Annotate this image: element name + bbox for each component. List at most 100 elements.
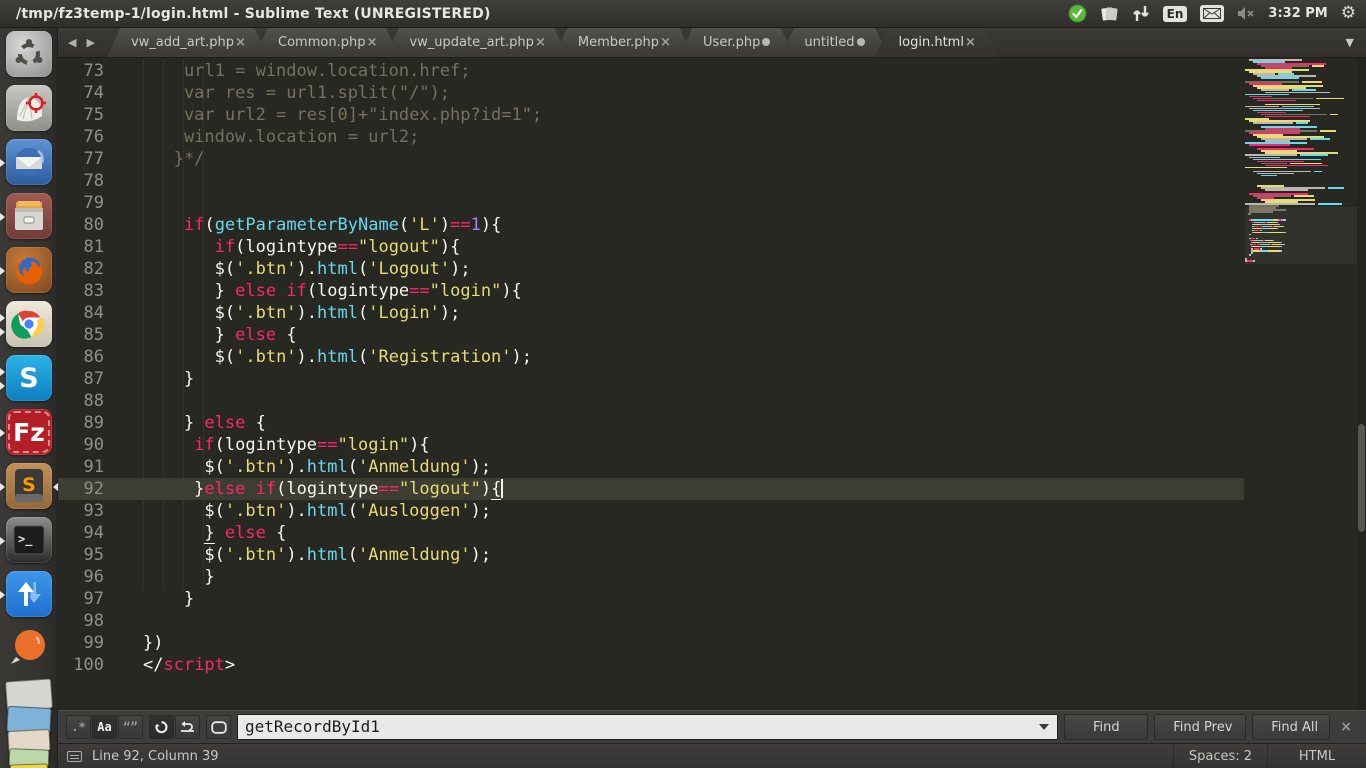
line-number: 78 <box>58 170 104 192</box>
tab-login.html[interactable]: login.html× <box>875 27 998 57</box>
syntax-setting[interactable]: HTML <box>1267 744 1366 768</box>
line-number: 90 <box>58 434 104 456</box>
line-number: 96 <box>58 566 104 588</box>
code-line-75: 75 var url2 = res[0]+"index.php?id=1"; <box>58 104 1244 126</box>
line-number: 86 <box>58 346 104 368</box>
running-pip-icon <box>0 267 5 275</box>
line-number: 82 <box>58 258 104 280</box>
code-area[interactable]: 73 url1 = window.location.href;74 var re… <box>58 60 1244 676</box>
line-number: 88 <box>58 390 104 412</box>
code-line-90: 90 if(logintype=="login"){ <box>58 434 1244 456</box>
running-pip-icon <box>0 537 5 545</box>
launcher-item-archive-manager-icon[interactable] <box>0 190 58 244</box>
line-number: 89 <box>58 412 104 434</box>
line-number: 83 <box>58 280 104 302</box>
code-line-87: 87 } <box>58 368 1244 390</box>
tab-untitled[interactable]: untitled <box>780 27 888 57</box>
cursor-position: Line 92, Column 39 <box>92 749 219 764</box>
tab-Member.php[interactable]: Member.php× <box>554 27 693 57</box>
code-line-92: 92 }else if(logintype=="logout"){ <box>58 478 1244 500</box>
code-line-73: 73 url1 = window.location.href; <box>58 60 1244 82</box>
window-stack[interactable] <box>3 680 55 768</box>
code-line-79: 79 <box>58 192 1244 214</box>
code-line-84: 84 $('.btn').html('Login'); <box>58 302 1244 324</box>
editor[interactable]: 73 url1 = window.location.href;74 var re… <box>58 58 1366 710</box>
find-bar: .* Aa “” Find Find Prev Find All <box>58 710 1366 744</box>
tab-vw_add_art.php[interactable]: vw_add_art.php× <box>107 27 268 57</box>
code-line-78: 78 <box>58 170 1244 192</box>
code-line-88: 88 <box>58 390 1244 412</box>
clock[interactable]: 3:32 PM <box>1268 6 1327 21</box>
line-number: 76 <box>58 126 104 148</box>
line-number: 97 <box>58 588 104 610</box>
tab-history-forward-icon[interactable]: ▶ <box>86 36 94 49</box>
tab-vw_update_art.php[interactable]: vw_update_art.php× <box>385 27 567 57</box>
tab-history-back-icon[interactable]: ◀ <box>68 36 76 49</box>
whole-word-toggle[interactable]: “” <box>118 715 143 739</box>
status-available-icon[interactable] <box>1068 4 1087 23</box>
find-all-button[interactable]: Find All <box>1252 714 1330 740</box>
line-number: 73 <box>58 60 104 82</box>
line-number: 94 <box>58 522 104 544</box>
volume-muted-icon[interactable] <box>1237 6 1255 21</box>
minimap[interactable] <box>1245 59 1357 710</box>
window-title: /tmp/fz3temp-1/login.html - Sublime Text… <box>0 6 491 22</box>
wrap-toggle[interactable] <box>149 715 174 739</box>
running-pip-icon <box>0 368 5 376</box>
tab-label: login.html <box>899 35 964 50</box>
svg-text:S: S <box>22 474 36 496</box>
case-sensitive-toggle[interactable]: Aa <box>92 715 117 739</box>
find-history-chevron-icon[interactable] <box>1039 724 1049 730</box>
tab-close-icon[interactable]: × <box>535 35 546 50</box>
tab-modified-icon <box>762 38 770 46</box>
launcher-item-shell-target-icon[interactable] <box>0 82 58 136</box>
notes-icon[interactable] <box>1100 5 1119 23</box>
launcher-item-terminal-icon[interactable]: >_ <box>0 514 58 568</box>
find-close-icon[interactable]: × <box>1336 719 1358 735</box>
launcher-item-filezilla-icon[interactable]: Fz <box>0 406 58 460</box>
tab-close-icon[interactable]: × <box>235 35 246 50</box>
launcher-item-sync-arrows-icon[interactable] <box>0 568 58 622</box>
session-gear-icon[interactable]: ⚙ <box>1341 5 1356 22</box>
sublime-window: ◀ ▶ vw_add_art.php×Common.php×vw_update_… <box>58 28 1366 768</box>
tab-User.php[interactable]: User.php <box>679 27 794 57</box>
line-number: 84 <box>58 302 104 324</box>
tab-nav-arrows: ◀ ▶ <box>58 36 107 57</box>
tab-label: User.php <box>703 35 760 50</box>
launcher-item-chrome-icon[interactable] <box>0 298 58 352</box>
tab-overflow-icon[interactable]: ▼ <box>1346 36 1354 49</box>
launcher-item-skype-icon[interactable]: S <box>0 352 58 406</box>
indent-setting[interactable]: Spaces: 2 <box>1173 744 1267 768</box>
code-line-82: 82 $('.btn').html('Logout'); <box>58 258 1244 280</box>
launcher-item-postman-icon[interactable] <box>0 622 58 676</box>
tab-close-icon[interactable]: × <box>965 35 976 50</box>
launcher-item-sublime-text-icon[interactable]: S <box>0 460 58 514</box>
mail-icon[interactable] <box>1200 5 1224 22</box>
scrollbar-thumb[interactable] <box>1358 424 1365 532</box>
network-arrows-icon[interactable] <box>1132 5 1150 22</box>
desktop: /tmp/fz3temp-1/login.html - Sublime Text… <box>0 0 1366 768</box>
tab-close-icon[interactable]: × <box>660 35 671 50</box>
tab-Common.php[interactable]: Common.php× <box>254 27 399 57</box>
regex-toggle[interactable]: .* <box>66 715 91 739</box>
line-number: 80 <box>58 214 104 236</box>
keyboard-layout-indicator[interactable]: En <box>1163 6 1188 22</box>
panel-toggle-icon[interactable] <box>67 751 82 762</box>
code-line-100: 100</script> <box>58 654 1244 676</box>
status-bar: Line 92, Column 39 Spaces: 2 HTML <box>58 744 1366 768</box>
find-button[interactable]: Find <box>1064 714 1148 740</box>
find-input[interactable] <box>237 714 1058 740</box>
focused-arrow-icon <box>53 483 58 491</box>
in-selection-toggle[interactable] <box>175 715 200 739</box>
find-prev-button[interactable]: Find Prev <box>1154 714 1246 740</box>
launcher-item-firefox-icon[interactable] <box>0 244 58 298</box>
minimap-viewport[interactable] <box>1245 207 1357 264</box>
launcher-item-ubuntu-dash-icon[interactable] <box>0 28 58 82</box>
tab-modified-icon <box>857 38 865 46</box>
scrollbar-track[interactable] <box>1357 58 1366 710</box>
launcher-item-thunderbird-icon[interactable] <box>0 136 58 190</box>
tab-close-icon[interactable]: × <box>367 35 378 50</box>
stacked-window-icon[interactable] <box>10 763 48 768</box>
running-pip-icon <box>0 483 5 491</box>
highlight-matches-toggle[interactable] <box>206 715 231 739</box>
